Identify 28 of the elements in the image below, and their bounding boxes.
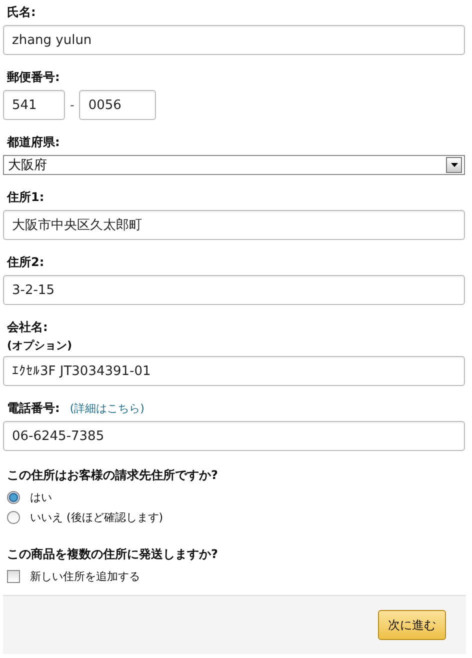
next-button[interactable]: 次に進む bbox=[378, 610, 446, 640]
field-label: 電話番号: bbox=[7, 400, 60, 417]
details-link[interactable]: (詳細はこちら) bbox=[70, 401, 144, 416]
text-field[interactable]: zhang yulun bbox=[3, 25, 465, 55]
text-field[interactable]: 3-2-15 bbox=[3, 275, 465, 305]
field-label: 住所2: bbox=[7, 254, 44, 271]
field-label: 住所1: bbox=[7, 189, 44, 206]
radio-button[interactable] bbox=[7, 491, 20, 504]
text-field[interactable]: 大阪市中央区久太郎町 bbox=[3, 210, 465, 240]
field-label: 都道府県: bbox=[7, 134, 60, 151]
postal-code-field[interactable]: 541 bbox=[3, 90, 65, 120]
field-label: 会社名: bbox=[7, 319, 48, 336]
question-text: この住所はお客様の請求先住所ですか? bbox=[7, 467, 219, 484]
text-field[interactable]: 06-6245-7385 bbox=[3, 421, 465, 451]
prefecture-dropdown[interactable]: 大阪府 bbox=[3, 155, 465, 175]
option-label: 新しい住所を追加する bbox=[30, 569, 140, 584]
caret-icon bbox=[450, 163, 458, 167]
text-field[interactable]: ｴｸｾﾙ3F JT3034391-01 bbox=[3, 356, 465, 386]
option-label: はい bbox=[30, 490, 52, 505]
checkbox[interactable] bbox=[7, 570, 20, 583]
field-label: 郵便番号: bbox=[7, 69, 60, 86]
option-label: いいえ (後ほど確認します) bbox=[30, 510, 164, 525]
optional-note: (オプション) bbox=[7, 338, 74, 353]
radio-button[interactable] bbox=[7, 511, 20, 524]
field-label: 氏名: bbox=[7, 4, 36, 21]
question-text: この商品を複数の住所に発送しますか? bbox=[7, 546, 219, 563]
separator-text: - bbox=[70, 98, 74, 112]
postal-code-field[interactable]: 0056 bbox=[79, 90, 156, 120]
